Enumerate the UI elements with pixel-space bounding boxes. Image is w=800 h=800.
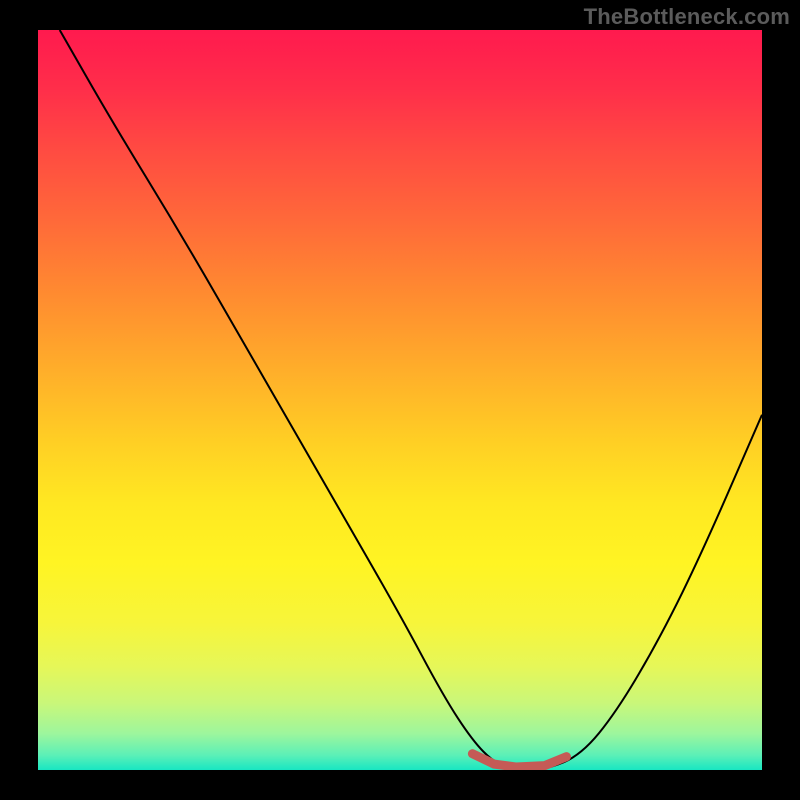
curve-layer: [38, 30, 762, 770]
chart-frame: TheBottleneck.com: [0, 0, 800, 800]
bottleneck-curve-line: [60, 30, 762, 770]
optimal-range-marker: [472, 754, 566, 767]
watermark-text: TheBottleneck.com: [584, 4, 790, 30]
plot-area: [38, 30, 762, 770]
